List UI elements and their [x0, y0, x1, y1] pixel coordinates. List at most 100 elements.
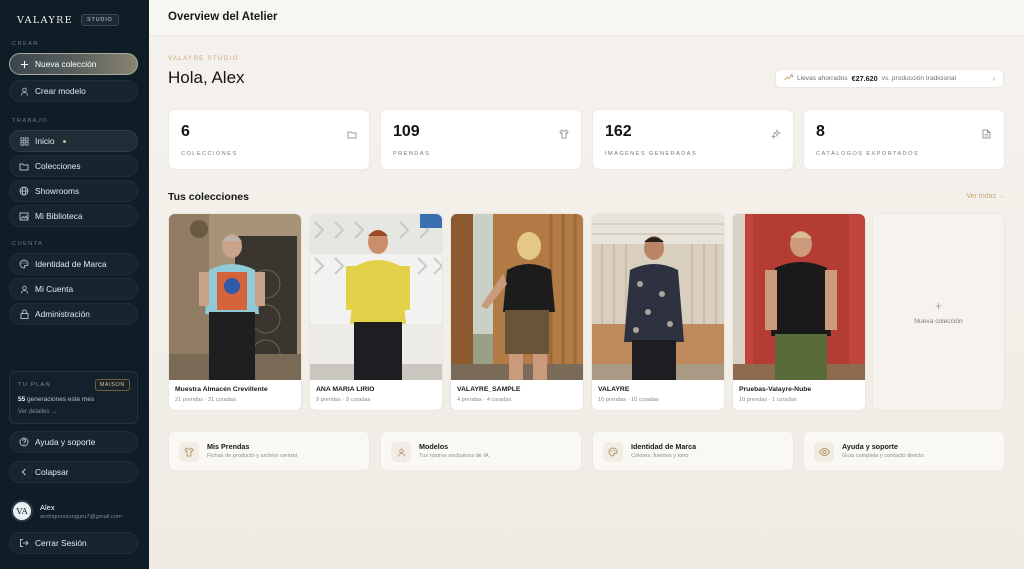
stat-card-imagenes: 162 IMÁGENES GENERADAS: [592, 109, 794, 170]
user-icon: [19, 284, 29, 294]
stat-value: 6: [181, 123, 190, 140]
section-label-cuenta: CUENTA: [12, 241, 44, 247]
savings-suffix: vs. producción tradicional: [881, 75, 956, 82]
collection-card[interactable]: ANA MARIA LIRIO 9 prendas · 9 curadas: [309, 213, 443, 411]
sidebar-item-mi-cuenta[interactable]: Mi Cuenta: [9, 278, 138, 300]
collection-name: ANA MARIA LIRIO: [316, 386, 375, 393]
sidebar-item-biblioteca[interactable]: Mi Biblioteca: [9, 205, 138, 227]
trend-up-icon: [784, 74, 793, 83]
quick-link-subtitle: Fichas de producto y archivo central: [207, 453, 297, 459]
quick-link-identidad[interactable]: Identidad de Marca Colores, fuentes y to…: [592, 431, 794, 471]
collection-card[interactable]: Pruebas-Valayre-Nube 10 prendas · 1 cura…: [732, 213, 866, 411]
quick-link-subtitle: Tus rostros exclusivos de IA: [419, 453, 489, 459]
help-label: Ayuda y soporte: [35, 437, 96, 447]
sidebar-item-colecciones[interactable]: Colecciones: [9, 155, 138, 177]
quick-link-subtitle: Colores, fuentes y tono: [631, 453, 689, 459]
savings-prefix: Llevas ahorrados: [797, 75, 848, 82]
collection-name: Muestra Almacén Crevillente: [175, 386, 268, 393]
sidebar-item-administracion[interactable]: Administración: [9, 303, 138, 325]
brand-logo: VALAYRE: [17, 14, 74, 26]
collection-card[interactable]: VALAYRE 10 prendas · 10 curadas: [591, 213, 725, 411]
plan-count-suffix: generaciones este mes: [27, 396, 95, 403]
sidebar-item-label: Colecciones: [35, 161, 81, 171]
sidebar-item-label: Mi Cuenta: [35, 284, 74, 294]
sidebar-item-inicio[interactable]: Inicio: [9, 130, 138, 152]
collapse-button[interactable]: Colapsar: [9, 461, 138, 483]
quick-link-title: Ayuda y soporte: [842, 442, 899, 451]
help-button[interactable]: Ayuda y soporte: [9, 431, 138, 453]
collection-name: VALAYRE_SAMPLE: [457, 386, 521, 393]
plan-details-link[interactable]: Ver detalles →: [18, 409, 57, 415]
lock-icon: [19, 309, 29, 319]
folder-icon: [19, 161, 29, 171]
logout-icon: [19, 538, 29, 548]
collection-meta: 10 prendas · 10 curadas: [598, 397, 659, 403]
stat-label: PRENDAS: [393, 151, 431, 157]
quick-link-modelos[interactable]: Modelos Tus rostros exclusivos de IA: [380, 431, 582, 471]
stat-card-catalogos: 8 CATÁLOGOS EXPORTADOS: [803, 109, 1005, 170]
active-indicator: [62, 139, 66, 143]
brand[interactable]: VALAYRE STUDIO: [17, 14, 119, 26]
document-icon: [982, 126, 992, 139]
stat-card-prendas: 109 PRENDAS: [380, 109, 582, 170]
create-model-label: Crear modelo: [35, 86, 86, 96]
plan-card: TU PLAN MAISON 55 generaciones este mes …: [9, 371, 138, 424]
collection-card[interactable]: Muestra Almacén Crevillente 21 prendas ·…: [168, 213, 302, 411]
collection-name: VALAYRE: [598, 386, 630, 393]
shirt-icon: [179, 442, 199, 462]
page-title: Overview del Atelier: [168, 11, 278, 23]
quick-link-subtitle: Guía completa y contacto directo: [842, 453, 924, 459]
sidebar-item-label: Showrooms: [35, 186, 80, 196]
logout-label: Cerrar Sesión: [35, 538, 87, 548]
collection-photo: [310, 214, 442, 380]
stat-value: 162: [605, 123, 632, 140]
sidebar-item-showrooms[interactable]: Showrooms: [9, 180, 138, 202]
sidebar-item-label: Mi Biblioteca: [35, 211, 83, 221]
savings-banner[interactable]: Llevas ahorrados €27.620 vs. producción …: [775, 69, 1004, 88]
stat-label: CATÁLOGOS EXPORTADOS: [816, 151, 919, 157]
quick-link-title: Modelos: [419, 442, 449, 451]
greeting: Hola, Alex: [168, 68, 245, 87]
user-name: Alex: [40, 502, 55, 512]
chevron-left-icon: [19, 467, 29, 477]
plus-icon: +: [934, 298, 942, 313]
sparkles-icon: [770, 126, 782, 140]
plan-count: 55: [18, 396, 26, 403]
see-all-link[interactable]: Ver todas →: [966, 193, 1005, 200]
quick-link-ayuda[interactable]: Ayuda y soporte Guía completa y contacto…: [803, 431, 1005, 471]
collection-meta: 4 prendas · 4 curadas: [457, 397, 512, 403]
image-icon: [19, 211, 29, 221]
collection-photo: [592, 214, 724, 380]
collapse-label: Colapsar: [35, 467, 69, 477]
stat-card-colecciones: 6 COLECCIONES: [168, 109, 370, 170]
collection-name: Pruebas-Valayre-Nube: [739, 386, 812, 393]
user-profile[interactable]: VA Alex andrigueszunguru7@gmail.com: [11, 500, 122, 522]
logout-button[interactable]: Cerrar Sesión: [9, 532, 138, 554]
collection-photo: [169, 214, 301, 380]
create-model-button[interactable]: Crear modelo: [9, 80, 138, 102]
sidebar-item-identidad[interactable]: Identidad de Marca: [9, 253, 138, 275]
collection-meta: 21 prendas · 21 curadas: [175, 397, 236, 403]
quick-link-title: Mis Prendas: [207, 442, 250, 451]
section-label-crear: CREAR: [12, 41, 39, 47]
palette-icon: [19, 259, 29, 269]
brand-badge: STUDIO: [81, 14, 119, 26]
stat-value: 109: [393, 123, 420, 140]
user-icon: [391, 442, 411, 462]
stat-value: 8: [816, 123, 825, 140]
sidebar-item-label: Administración: [35, 309, 90, 319]
eyebrow: VALAYRE STUDIO: [168, 56, 239, 62]
palette-icon: [603, 442, 623, 462]
sidebar: VALAYRE STUDIO CREAR Nueva colección Cre…: [0, 0, 149, 569]
sidebar-item-label: Identidad de Marca: [35, 259, 107, 269]
globe-icon: [19, 186, 29, 196]
user-icon: [19, 86, 29, 96]
collection-card[interactable]: VALAYRE_SAMPLE 4 prendas · 4 curadas: [450, 213, 584, 411]
new-collection-label: Nueva colección: [35, 59, 97, 69]
user-email: andrigueszunguru7@gmail.com: [40, 513, 122, 520]
quick-link-mis-prendas[interactable]: Mis Prendas Fichas de producto y archivo…: [168, 431, 370, 471]
stat-label: IMÁGENES GENERADAS: [605, 151, 698, 157]
new-collection-button[interactable]: Nueva colección: [9, 53, 138, 75]
new-collection-card[interactable]: + Nueva colección: [872, 213, 1005, 411]
avatar: VA: [11, 500, 33, 522]
